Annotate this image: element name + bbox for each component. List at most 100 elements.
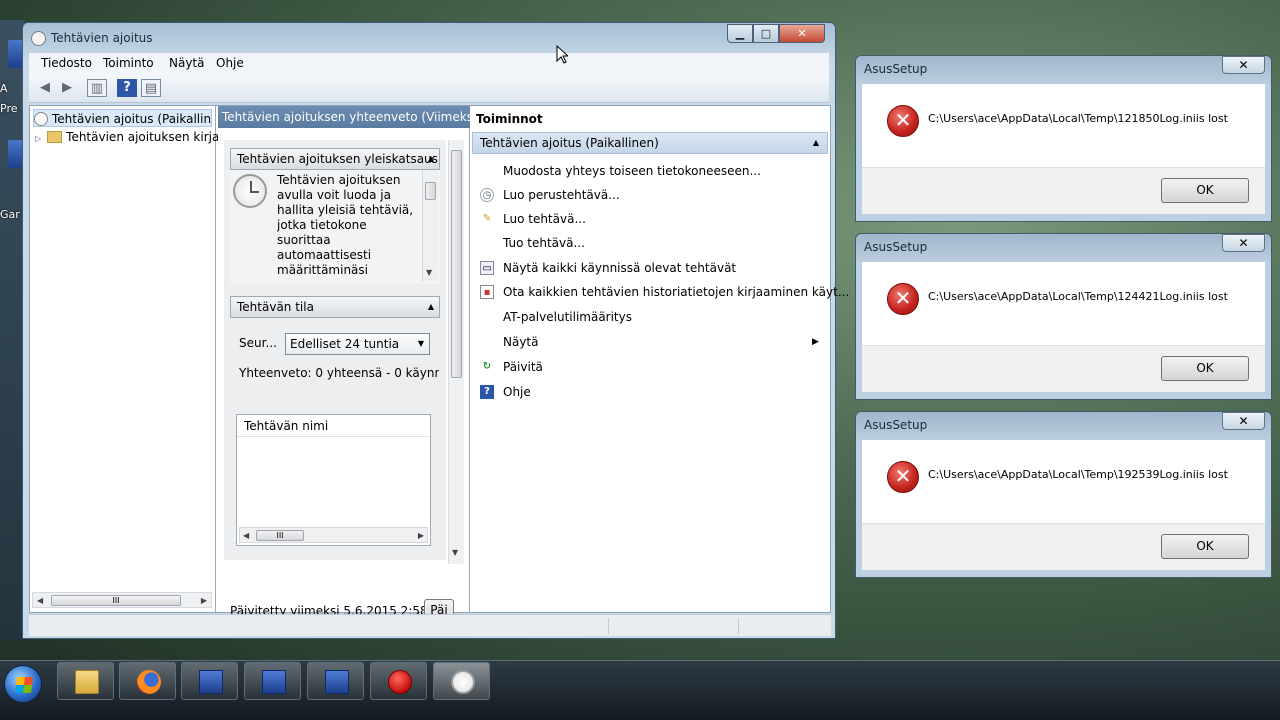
ok-button[interactable]: OK bbox=[1161, 534, 1249, 559]
error-dialog-1: AsusSetup ✕ ✕ C:\Users\ace\AppData\Local… bbox=[855, 55, 1272, 222]
dialog-title: AsusSetup bbox=[864, 418, 928, 432]
dialog-close-button[interactable]: ✕ bbox=[1222, 412, 1265, 430]
menu-view[interactable]: Näytä bbox=[169, 56, 205, 70]
tree-item-library[interactable]: ▷ Tehtävien ajoituksen kirjasto bbox=[33, 128, 238, 146]
scroll-right-icon[interactable]: ▶ bbox=[418, 531, 424, 540]
column-header-task-name[interactable]: Tehtävän nimi bbox=[237, 415, 430, 437]
scroll-left-icon[interactable]: ◀ bbox=[37, 596, 43, 605]
dialog-close-button[interactable]: ✕ bbox=[1222, 56, 1265, 74]
clock-icon bbox=[31, 31, 46, 46]
actions-pane: Toiminnot Tehtävien ajoitus (Paikallinen… bbox=[472, 106, 849, 612]
mouse-cursor-icon bbox=[556, 45, 568, 64]
chevron-down-icon: ▼ bbox=[417, 339, 424, 348]
dialog-message: C:\Users\ace\AppData\Local\Temp\124421Lo… bbox=[928, 290, 1228, 303]
taskbar bbox=[0, 660, 1280, 720]
network-computer-icon bbox=[262, 670, 286, 694]
collapse-icon[interactable]: ▲ bbox=[428, 297, 434, 317]
clock-icon bbox=[34, 112, 48, 126]
scroll-down-icon[interactable]: ▼ bbox=[426, 268, 432, 277]
action-help[interactable]: Ohje bbox=[503, 385, 531, 399]
menu-file[interactable]: Tiedosto bbox=[41, 56, 92, 70]
folder-icon bbox=[75, 670, 99, 694]
task-status-list[interactable]: Tehtävän nimi ◀ III ▶ bbox=[236, 414, 431, 546]
collapse-icon[interactable]: ▲ bbox=[813, 133, 819, 153]
collapse-icon[interactable]: ▲ bbox=[428, 149, 434, 169]
action-refresh[interactable]: Päivitä bbox=[503, 360, 543, 374]
scroll-left-icon[interactable]: ◀ bbox=[243, 531, 249, 540]
status-divider bbox=[738, 618, 739, 634]
dialog-footer: OK bbox=[862, 167, 1265, 214]
desktop-icon-label: A bbox=[0, 82, 8, 95]
action-show-running[interactable]: Näytä kaikki käynnissä olevat tehtävät bbox=[503, 261, 736, 275]
toolbar: ◀ ▶ ▥ ? ▤ bbox=[29, 73, 829, 103]
dialog-title: AsusSetup bbox=[864, 62, 928, 76]
minimize-button[interactable]: ▁ bbox=[727, 24, 753, 43]
error-dialog-2: AsusSetup ✕ ✕ C:\Users\ace\AppData\Local… bbox=[855, 233, 1272, 400]
error-icon: ✕ bbox=[887, 461, 919, 493]
taskbar-firefox[interactable] bbox=[119, 662, 176, 700]
action-create-task[interactable]: Luo tehtävä... bbox=[503, 212, 586, 226]
record-icon bbox=[388, 670, 412, 694]
expand-icon[interactable]: ▷ bbox=[35, 134, 41, 143]
desktop-icon-label: Pre bbox=[0, 102, 18, 115]
task-status-section-header[interactable]: Tehtävän tila ▲ bbox=[230, 296, 440, 318]
time-filter-select[interactable]: Edelliset 24 tuntia ▼ bbox=[285, 333, 430, 355]
forward-icon[interactable]: ▶ bbox=[57, 79, 77, 97]
taskbar-network-app-1[interactable] bbox=[181, 662, 238, 700]
network-computer-icon bbox=[199, 670, 223, 694]
overview-section-header[interactable]: Tehtävien ajoituksen yleiskatsaus ▲ bbox=[230, 148, 440, 170]
action-create-basic-task[interactable]: Luo perustehtävä... bbox=[503, 188, 620, 202]
action-import-task[interactable]: Tuo tehtävä... bbox=[503, 236, 585, 250]
taskbar-explorer[interactable] bbox=[57, 662, 114, 700]
dialog-body: ✕ C:\Users\ace\AppData\Local\Temp\121850… bbox=[862, 84, 1265, 167]
desktop-icons-strip: A Pre Gar bbox=[0, 20, 24, 640]
action-enable-history[interactable]: Ota kaikkien tehtävien historiatietojen … bbox=[503, 285, 849, 299]
folder-icon bbox=[47, 131, 63, 143]
scroll-thumb[interactable] bbox=[451, 150, 462, 378]
scroll-thumb[interactable] bbox=[425, 182, 436, 200]
dialog-title: AsusSetup bbox=[864, 240, 928, 254]
overview-description: Tehtävien ajoituksen avulla voit luoda j… bbox=[277, 173, 414, 277]
scroll-down-icon[interactable]: ▼ bbox=[452, 548, 458, 557]
tree-horizontal-scrollbar[interactable]: ◀ III ▶ bbox=[32, 592, 212, 608]
show-hide-action-pane-icon[interactable]: ▤ bbox=[141, 79, 161, 97]
list-horizontal-scrollbar[interactable]: ◀ III ▶ bbox=[239, 527, 428, 543]
filter-label: Seur... bbox=[239, 336, 277, 350]
show-hide-console-tree-icon[interactable]: ▥ bbox=[87, 79, 107, 97]
menu-help[interactable]: Ohje bbox=[216, 56, 244, 70]
help-icon[interactable]: ? bbox=[117, 79, 137, 97]
overview-scrollbar[interactable]: ▼ bbox=[422, 170, 438, 282]
dialog-footer: OK bbox=[862, 345, 1265, 392]
dialog-message: C:\Users\ace\AppData\Local\Temp\192539Lo… bbox=[928, 468, 1228, 481]
action-connect-computer[interactable]: Muodosta yhteys toiseen tietokoneeseen..… bbox=[503, 164, 761, 178]
dialog-close-button[interactable]: ✕ bbox=[1222, 234, 1265, 252]
tree-item-label: Tehtävien ajoituksen kirjasto bbox=[66, 130, 238, 144]
close-button[interactable]: ✕ bbox=[779, 24, 825, 43]
summary-scrollbar[interactable]: ▼ bbox=[448, 140, 464, 564]
scroll-thumb[interactable]: III bbox=[51, 595, 181, 606]
taskbar-task-scheduler[interactable] bbox=[433, 662, 490, 700]
tree-item-local[interactable]: Tehtävien ajoitus (Paikallinen) bbox=[33, 109, 212, 127]
menu-action[interactable]: Toiminto bbox=[103, 56, 154, 70]
time-filter-value: Edelliset 24 tuntia bbox=[290, 337, 400, 351]
menu-bar: Tiedosto Toiminto Näytä Ohje bbox=[29, 53, 829, 73]
action-at-service[interactable]: AT-palvelutilimääritys bbox=[503, 310, 632, 324]
actions-group-header[interactable]: Tehtävien ajoitus (Paikallinen) ▲ bbox=[472, 132, 828, 154]
network-computer-icon bbox=[325, 670, 349, 694]
action-view-menu[interactable]: Näytä bbox=[503, 335, 539, 349]
taskbar-network-app-2[interactable] bbox=[244, 662, 301, 700]
maximize-button[interactable]: □ bbox=[753, 24, 779, 43]
ok-button[interactable]: OK bbox=[1161, 178, 1249, 203]
task-scheduler-clock-icon bbox=[233, 174, 267, 208]
taskbar-network-app-3[interactable] bbox=[307, 662, 364, 700]
start-button[interactable] bbox=[4, 665, 42, 703]
title-bar[interactable]: Tehtävien ajoitus ▁ □ ✕ bbox=[23, 23, 835, 53]
back-icon[interactable]: ◀ bbox=[35, 79, 55, 97]
ok-button[interactable]: OK bbox=[1161, 356, 1249, 381]
firefox-icon bbox=[137, 670, 161, 694]
overview-content: Tehtävien ajoituksen avulla voit luoda j… bbox=[230, 170, 440, 284]
taskbar-record-app[interactable] bbox=[370, 662, 427, 700]
scroll-thumb[interactable]: III bbox=[256, 530, 304, 541]
section-title: Tehtävän tila bbox=[237, 300, 314, 314]
scroll-right-icon[interactable]: ▶ bbox=[201, 596, 207, 605]
